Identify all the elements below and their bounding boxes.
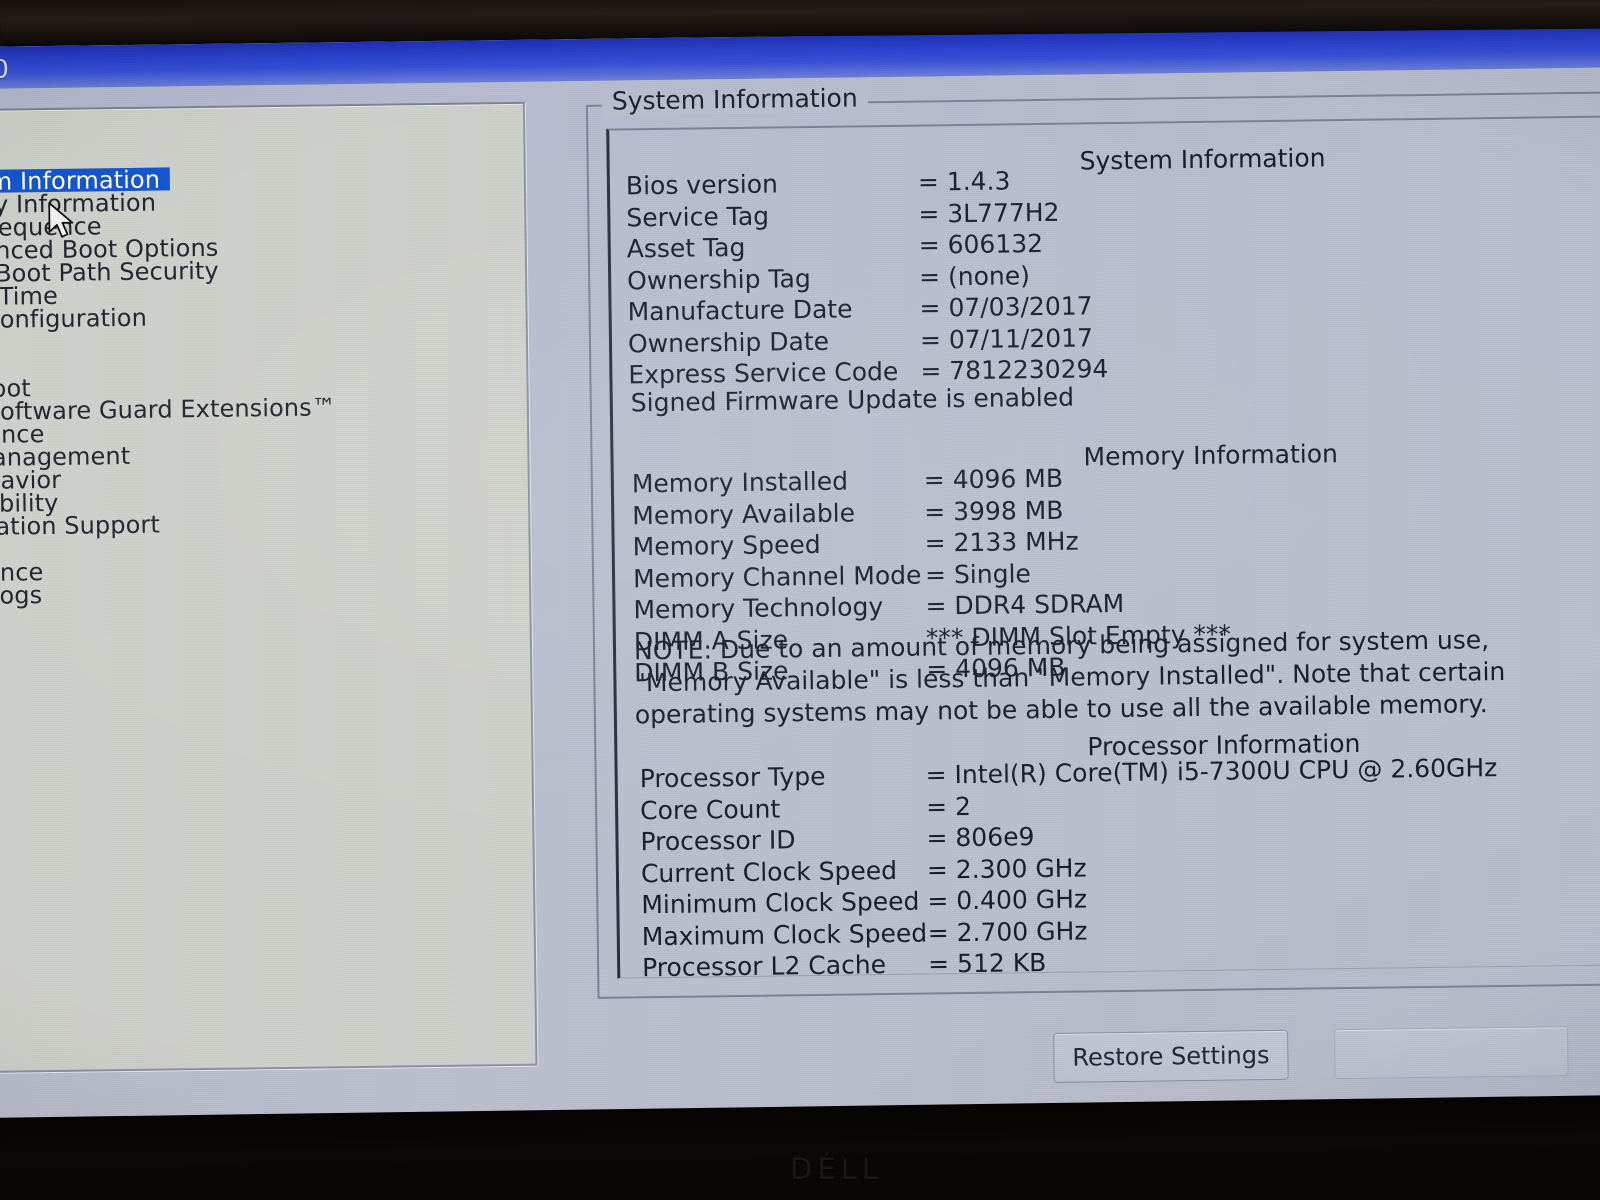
- row-key: Processor L2 Cache: [641, 950, 887, 979]
- row-value: = 1.4.3: [917, 166, 1011, 197]
- row-key: Memory Available: [632, 497, 856, 530]
- row-key: Processor ID: [640, 825, 796, 857]
- row-value: = (none): [918, 260, 1031, 292]
- signed-firmware-note: Signed Firmware Update is enabled: [630, 382, 1075, 418]
- row-key: Processor Type: [639, 761, 826, 794]
- sidebar-item-label: ® Software Guard Extensions™: [0, 393, 337, 426]
- row-value: = 606132: [918, 228, 1044, 260]
- row-key: Asset Tag: [626, 232, 746, 264]
- row-key: Minimum Clock Speed: [641, 886, 920, 920]
- settings-tree-panel[interactable]: ralstem Informationttery Informationot S…: [0, 101, 538, 1075]
- row-key: Bios version: [625, 169, 779, 201]
- window-title: 5480: [0, 54, 11, 85]
- system-information-panel: System Information Bios version = 1.4.3 Se…: [606, 113, 1600, 979]
- row-value: = 3998 MB: [924, 495, 1064, 527]
- row-key: Core Count: [639, 793, 781, 825]
- settings-tree-list[interactable]: ralstem Informationttery Informationot S…: [0, 140, 513, 610]
- row-key: Maximum Clock Speed: [641, 918, 928, 951]
- row-key: Ownership Date: [627, 326, 830, 358]
- row-key: Memory Technology: [633, 592, 884, 625]
- row-value: = 3L777H2: [918, 197, 1060, 229]
- system-information-table: Bios version = 1.4.3 Service Tag = 3L777H2 A…: [626, 164, 1109, 391]
- laptop-photo: 5480 ralstem Informationttery Informatio…: [0, 0, 1600, 1200]
- groupbox-legend: System Information: [601, 83, 868, 116]
- dell-brand-logo: DÉLL: [790, 1152, 883, 1186]
- row-key: Manufacture Date: [627, 294, 853, 327]
- dialog-button-1[interactable]: [1334, 1026, 1569, 1080]
- row-value: = 512 KB: [927, 947, 1047, 979]
- row-value: = 3072 KB: [928, 973, 1500, 979]
- restore-settings-button[interactable]: Restore Settings: [1053, 1029, 1289, 1083]
- sidebar-item-label: m Configuration: [0, 303, 148, 335]
- row-value: = Single: [924, 558, 1031, 590]
- laptop-screen: 5480 ralstem Informationttery Informatio…: [0, 24, 1600, 1158]
- sidebar-item-label: alization Support: [0, 510, 161, 542]
- row-value: = 2133 MHz: [924, 526, 1079, 558]
- row-value: = 4096 MB: [923, 463, 1064, 495]
- row-key: Current Clock Speed: [640, 855, 898, 888]
- memory-note: NOTE: Due to an amount of memory being a…: [633, 625, 1506, 730]
- row-key: Ownership Tag: [626, 263, 811, 295]
- system-information-heading: System Information: [1079, 143, 1326, 176]
- row-key: Memory Channel Mode: [632, 560, 922, 593]
- row-key: Memory Speed: [632, 529, 821, 562]
- row-value: = 07/03/2017: [919, 291, 1093, 323]
- system-information-groupbox: System Information System Information Bi…: [585, 83, 1600, 999]
- dialog-button-row[interactable]: Restore Settings: [1053, 1022, 1600, 1083]
- row-key: Memory Installed: [631, 466, 849, 499]
- processor-information-table: Processor Type = Intel(R) Core(TM) i5-730…: [640, 752, 1502, 979]
- row-value: = 7812230294: [920, 354, 1109, 386]
- row-value: = DDR4 SDRAM: [925, 588, 1125, 621]
- row-key: Service Tag: [626, 201, 770, 232]
- sidebar-item-label: m Logs: [0, 581, 43, 610]
- row-value: = 07/11/2017: [919, 322, 1094, 355]
